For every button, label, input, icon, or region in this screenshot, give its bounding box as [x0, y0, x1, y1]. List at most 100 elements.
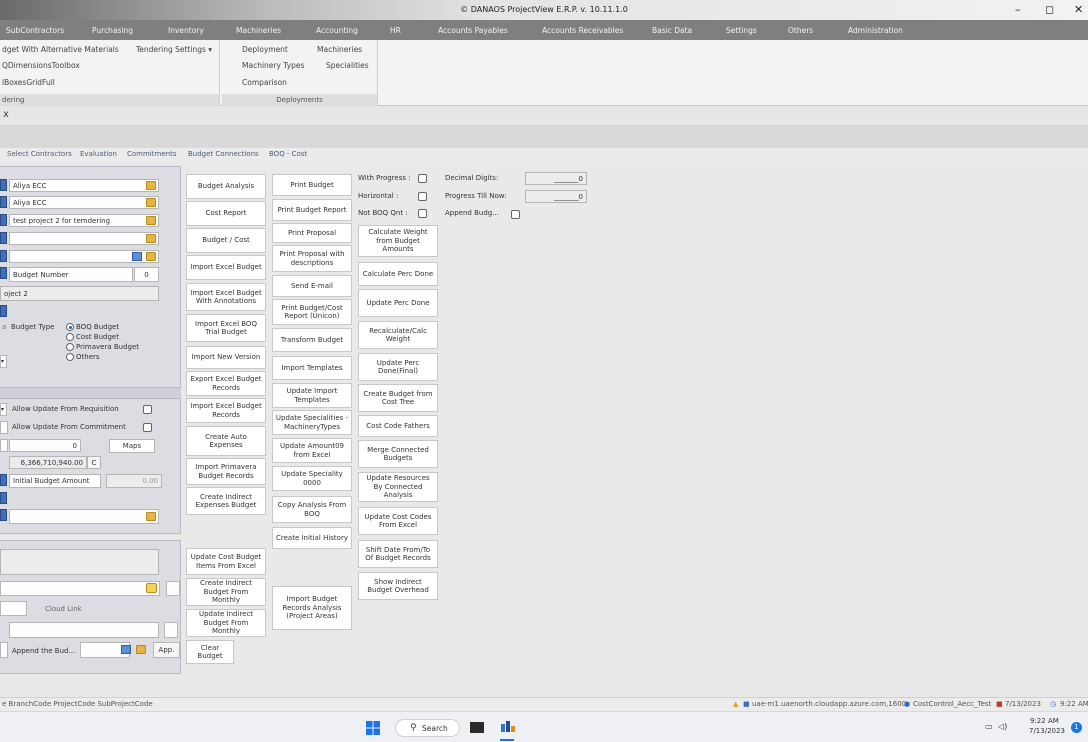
ribbon-item-machineries[interactable]: Machineries	[317, 45, 362, 54]
menu-basic-data[interactable]: Basic Data	[652, 26, 692, 35]
notification-badge[interactable]: 1	[1071, 722, 1082, 733]
dropdown-button[interactable]: ▾	[0, 355, 7, 368]
print-proposal-desc-button[interactable]: Print Proposal with descriptions	[272, 245, 352, 272]
allow-req-checkbox[interactable]	[143, 405, 152, 414]
open-folder-icon[interactable]	[146, 583, 157, 593]
tab-commitments[interactable]: Commitments	[127, 150, 176, 158]
calculate-perc-done-button[interactable]: Calculate Perc Done	[358, 262, 438, 286]
radio-primavera-budget[interactable]	[66, 343, 74, 351]
dropdown-button[interactable]: ▾	[0, 403, 7, 416]
ribbon-item-budget-alt-materials[interactable]: dget With Alternative Materials	[2, 45, 119, 54]
print-budget-report-button[interactable]: Print Budget Report	[272, 199, 352, 221]
lookup-button[interactable]	[0, 179, 7, 191]
transform-budget-button[interactable]: Transform Budget	[272, 328, 352, 352]
folder-icon[interactable]	[146, 252, 156, 261]
update-cost-codes-button[interactable]: Update Cost Codes From Excel	[358, 507, 438, 535]
import-excel-records-button[interactable]: Import Excel Budget Records	[186, 398, 266, 423]
small-field[interactable]	[0, 439, 8, 452]
tab-select-contractors[interactable]: Select Contractors	[7, 150, 72, 158]
notes-field[interactable]	[9, 509, 159, 524]
radio-cost-budget[interactable]	[66, 333, 74, 341]
project-field[interactable]: test project 2 for temdering	[9, 214, 159, 227]
import-excel-boq-trial-button[interactable]: Import Excel BOQ Trial Budget	[186, 314, 266, 342]
close-button[interactable]: ✕	[1074, 3, 1083, 16]
taskbar-search[interactable]: ⚲ Search	[395, 719, 460, 737]
folder-icon[interactable]	[146, 216, 156, 225]
menu-administration[interactable]: Administration	[848, 26, 903, 35]
ribbon-item-boxes-grid[interactable]: lBoxesGridFull	[2, 78, 55, 87]
description-field[interactable]	[0, 549, 159, 575]
lookup-button[interactable]	[0, 250, 7, 262]
menu-machineries[interactable]: Machineries	[236, 26, 281, 35]
ribbon-item-tendering-settings[interactable]: Tendering Settings ▾	[136, 45, 212, 54]
decimal-digits-field[interactable]: _______0	[525, 172, 587, 185]
tab-budget-connections[interactable]: Budget Connections	[188, 150, 259, 158]
file-path-field[interactable]	[0, 581, 160, 596]
menu-subcontractors[interactable]: SubContractors	[6, 26, 64, 35]
import-templates-button[interactable]: Import Templates	[272, 356, 352, 380]
quantity-field[interactable]: 0	[9, 439, 81, 452]
lookup-button[interactable]	[0, 196, 7, 208]
append-button[interactable]: App.	[153, 642, 180, 658]
menu-settings[interactable]: Settings	[726, 26, 757, 35]
branch-field[interactable]: Aliya ECC	[9, 196, 159, 209]
recalculate-weight-button[interactable]: Recalculate/Calc Weight	[358, 321, 438, 349]
calculate-weight-button[interactable]: Calculate Weight from Budget Amounts	[358, 225, 438, 257]
create-initial-history-button[interactable]: Create Initial History	[272, 527, 352, 549]
horizontal-checkbox[interactable]	[418, 192, 427, 201]
ribbon-item-machinery-types[interactable]: Machinery Types	[242, 61, 304, 70]
budget-number-value[interactable]: 0	[134, 267, 159, 282]
update-cost-budget-items-button[interactable]: Update Cost Budget Items From Excel	[186, 548, 266, 575]
ribbon-item-specialities[interactable]: Specialities	[326, 61, 369, 70]
link-prefix-field[interactable]	[0, 601, 27, 616]
menu-purchasing[interactable]: Purchasing	[92, 26, 133, 35]
append-budget-checkbox[interactable]	[511, 210, 520, 219]
print-proposal-button[interactable]: Print Proposal	[272, 223, 352, 243]
menu-inventory[interactable]: Inventory	[168, 26, 204, 35]
maps-button[interactable]: Maps	[109, 439, 155, 453]
print-budget-cost-unicon-button[interactable]: Print Budget/Cost Report (Unicon)	[272, 299, 352, 325]
small-field[interactable]	[0, 421, 8, 434]
create-auto-expenses-button[interactable]: Create Auto Expenses	[186, 426, 266, 456]
lookup-button[interactable]	[0, 474, 7, 486]
menu-accounts-receivables[interactable]: Accounts Receivables	[542, 26, 623, 35]
side-field[interactable]	[164, 622, 178, 638]
ribbon-item-boq-dimensions[interactable]: QDimensionsToolbox	[2, 61, 80, 70]
update-resources-button[interactable]: Update Resources By Connected Analysis	[358, 472, 438, 502]
create-budget-cost-tree-button[interactable]: Create Budget from Cost Tree	[358, 384, 438, 412]
update-perc-done-button[interactable]: Update Perc Done	[358, 289, 438, 317]
tab-evaluation[interactable]: Evaluation	[80, 150, 117, 158]
calendar-icon[interactable]	[121, 645, 131, 654]
lookup-button[interactable]	[0, 214, 7, 226]
network-icon[interactable]: ▭	[985, 722, 993, 731]
c-button[interactable]: C	[87, 456, 101, 469]
update-perc-done-final-button[interactable]: Update Perc Done(Final)	[358, 353, 438, 381]
cloud-link-field[interactable]	[9, 622, 159, 638]
lookup-button[interactable]	[0, 492, 7, 504]
copy-analysis-boq-button[interactable]: Copy Analysis From BOQ	[272, 496, 352, 523]
import-primavera-button[interactable]: Import Primavera Budget Records	[186, 458, 266, 485]
cost-report-button[interactable]: Cost Report	[186, 201, 266, 226]
create-indirect-expenses-button[interactable]: Create Indirect Expenses Budget	[186, 487, 266, 515]
close-tab-icon[interactable]: x	[3, 109, 9, 120]
send-email-button[interactable]: Send E-mail	[272, 275, 352, 297]
update-speciality-0000-button[interactable]: Update Speciality 0000	[272, 466, 352, 491]
not-boq-qnt-checkbox[interactable]	[418, 209, 427, 218]
task-view-icon[interactable]	[470, 722, 484, 733]
ribbon-item-comparison[interactable]: Comparison	[242, 78, 287, 87]
cost-code-fathers-button[interactable]: Cost Code Fathers	[358, 415, 438, 437]
lookup-button[interactable]	[0, 305, 7, 317]
folder-icon[interactable]	[146, 181, 156, 190]
folder-icon[interactable]	[146, 234, 156, 243]
import-excel-annotations-button[interactable]: Import Excel Budget With Annotations	[186, 283, 266, 311]
menu-accounts-payables[interactable]: Accounts Payables	[438, 26, 508, 35]
calendar-icon[interactable]	[132, 252, 142, 261]
export-excel-budget-button[interactable]: Export Excel Budget Records	[186, 371, 266, 396]
allow-commit-checkbox[interactable]	[143, 423, 152, 432]
volume-icon[interactable]: ◁)	[998, 722, 1007, 731]
menu-others[interactable]: Others	[788, 26, 813, 35]
menu-accounting[interactable]: Accounting	[316, 26, 358, 35]
create-indirect-monthly-button[interactable]: Create Indirect Budget From Monthly	[186, 578, 266, 606]
update-specialities-button[interactable]: Update Specialities - MachineryTypes	[272, 410, 352, 435]
lookup-button[interactable]	[0, 267, 7, 279]
